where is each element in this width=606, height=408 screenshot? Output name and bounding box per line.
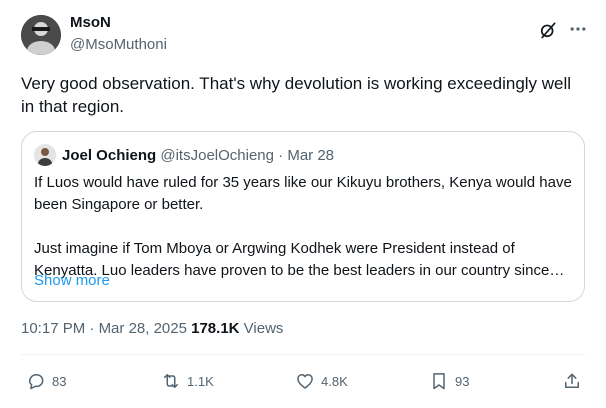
quote-text: If Luos would have ruled for 35 years li… bbox=[34, 172, 574, 282]
author-handle[interactable]: @MsoMuthoni bbox=[70, 36, 167, 53]
quote-author-handle[interactable]: @itsJoelOchieng bbox=[160, 147, 274, 164]
tweet-meta: 10:17 PM · Mar 28, 2025 178.1K Views bbox=[21, 320, 283, 337]
views-count: 178.1K bbox=[191, 320, 240, 337]
views-label: Views bbox=[243, 320, 284, 337]
reply-button[interactable]: 83 bbox=[26, 371, 66, 391]
quote-author-name[interactable]: Joel Ochieng bbox=[62, 147, 156, 164]
quote-header: Joel Ochieng @itsJoelOchieng · Mar 28 bbox=[62, 147, 334, 164]
bookmark-icon bbox=[433, 373, 445, 390]
like-count: 4.8K bbox=[321, 373, 348, 389]
repost-icon bbox=[164, 374, 178, 388]
bookmark-count: 93 bbox=[455, 373, 470, 389]
share-button[interactable] bbox=[562, 371, 582, 391]
quote-paragraph-1: If Luos would have ruled for 35 years li… bbox=[34, 174, 572, 213]
quote-author-avatar[interactable] bbox=[34, 144, 56, 166]
like-button[interactable]: 4.8K bbox=[295, 371, 348, 391]
quote-separator: · bbox=[278, 147, 284, 164]
tweet-date[interactable]: Mar 28, 2025 bbox=[99, 320, 187, 337]
heart-icon bbox=[297, 374, 313, 389]
bookmark-button[interactable]: 93 bbox=[429, 371, 469, 391]
tweet-text: Very good observation. That's why devolu… bbox=[21, 74, 572, 116]
share-icon bbox=[565, 373, 579, 388]
author-name[interactable]: MsoN bbox=[70, 14, 111, 31]
divider bbox=[21, 354, 585, 355]
repost-count: 1.1K bbox=[187, 373, 214, 389]
tweet: MsoN @MsoMuthoni Very good observation. … bbox=[0, 0, 606, 408]
quote-date[interactable]: Mar 28 bbox=[287, 147, 334, 164]
reply-icon bbox=[29, 374, 44, 390]
quote-paragraph-2: Just imagine if Tom Mboya or Argwing Kod… bbox=[34, 240, 550, 279]
author-avatar[interactable] bbox=[21, 15, 61, 55]
grok-icon[interactable] bbox=[538, 20, 558, 40]
repost-button[interactable]: 1.1K bbox=[161, 371, 214, 391]
tweet-time[interactable]: 10:17 PM bbox=[21, 320, 85, 337]
quoted-tweet[interactable]: Joel Ochieng @itsJoelOchieng · Mar 28 If… bbox=[21, 131, 585, 302]
show-more-link[interactable]: Show more bbox=[34, 272, 110, 289]
meta-separator: · bbox=[89, 320, 95, 337]
reply-count: 83 bbox=[52, 373, 67, 389]
more-icon[interactable] bbox=[568, 19, 588, 39]
